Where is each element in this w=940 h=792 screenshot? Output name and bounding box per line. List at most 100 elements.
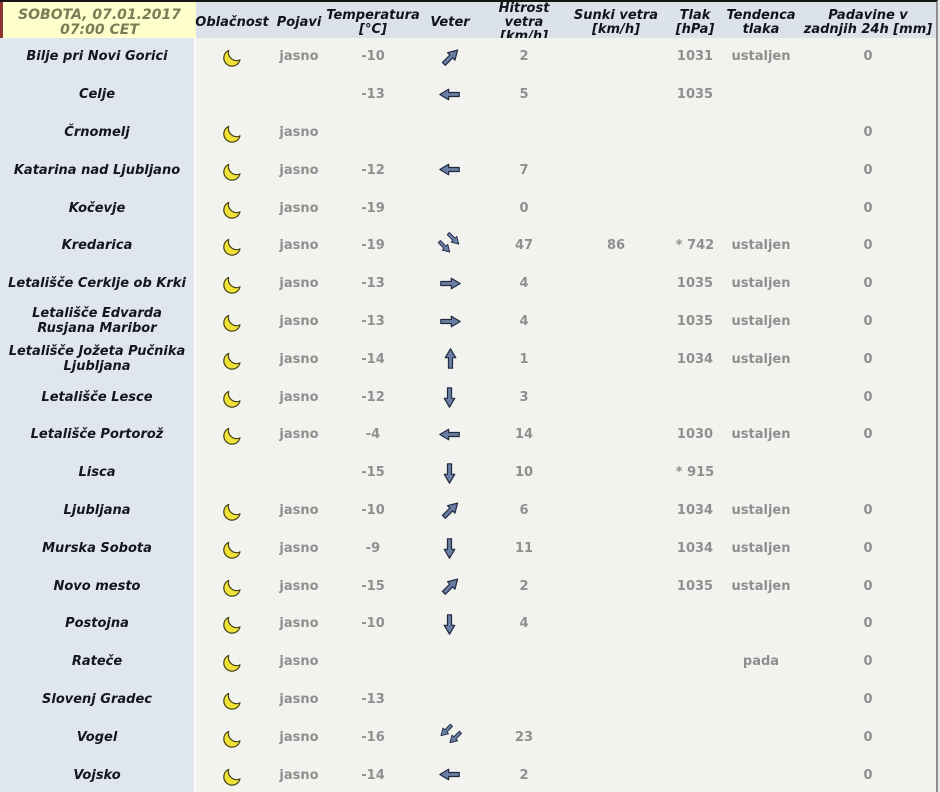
cloud-cell [196,189,268,227]
wind-speed-cell: 2 [484,38,564,76]
moon-icon [222,576,243,597]
cloud-cell [196,643,268,681]
station-name: Celje [0,76,196,114]
phenomena-cell: jasno [268,303,330,341]
precipitation-cell: 0 [800,605,936,643]
moon-icon [222,538,243,559]
wind-cell [416,492,484,530]
wind-cell [416,567,484,605]
pressure-cell [668,378,722,416]
table-row: Letališče Cerklje ob Krki jasno -13 4 10… [0,265,936,303]
moon-icon [222,349,243,370]
temperature-cell: -10 [330,492,416,530]
temperature-cell: -16 [330,718,416,756]
wind-speed-cell: 11 [484,529,564,567]
cloud-cell [196,529,268,567]
table-row: Celje -13 5 1035 [0,76,936,114]
pressure-cell: 1035 [668,265,722,303]
wind-speed-cell: 47 [484,227,564,265]
wind-direction-icon [433,569,467,603]
wind-direction-icon [433,493,467,527]
temperature-cell: -14 [330,756,416,792]
phenomena-cell: jasno [268,416,330,454]
table-row: Kočevje jasno -19 0 0 [0,189,936,227]
pressure-cell: 1035 [668,76,722,114]
wind-speed-cell: 3 [484,378,564,416]
station-name: Ljubljana [0,492,196,530]
table-row: Lisca -15 10 * 915 [0,454,936,492]
station-name: Letališče Portorož [0,416,196,454]
table-header: SOBOTA, 07.01.2017 07:00 CET Oblačnost P… [0,2,936,38]
precipitation-cell: 0 [800,340,936,378]
wind-direction-icon [438,385,462,409]
pressure-cell [668,189,722,227]
pressure-cell [668,681,722,719]
pressure-tendency-cell: ustaljen [722,38,800,76]
pressure-tendency-cell [722,76,800,114]
table-row: Vogel jasno -16 23 0 [0,718,936,756]
precipitation-cell: 0 [800,265,936,303]
pressure-tendency-cell: ustaljen [722,416,800,454]
wind-cell [416,756,484,792]
temperature-cell: -13 [330,681,416,719]
wind-direction-icon [438,309,462,333]
pressure-tendency-cell [722,151,800,189]
wind-gusts-cell [564,378,668,416]
pressure-tendency-cell: ustaljen [722,265,800,303]
wind-cell [416,189,484,227]
wind-speed-cell: 2 [484,756,564,792]
pressure-tendency-cell: ustaljen [722,567,800,605]
table-row: Vojsko jasno -14 2 0 [0,756,936,792]
cloud-cell [196,756,268,792]
moon-icon [222,122,243,143]
wind-speed-cell [484,643,564,681]
table-row: Novo mesto jasno -15 2 1035 ustaljen 0 [0,567,936,605]
wind-cell [416,303,484,341]
table-body: Bilje pri Novi Gorici jasno -10 2 1031 u… [0,38,936,792]
pressure-cell [668,114,722,152]
temperature-cell: -10 [330,38,416,76]
moon-icon [222,160,243,181]
moon-icon [222,46,243,67]
pressure-tendency-cell [722,378,800,416]
pressure-cell: * 915 [668,454,722,492]
wind-gusts-cell [564,416,668,454]
precipitation-cell: 0 [800,227,936,265]
wind-direction-icon [438,536,462,560]
temperature-cell: -15 [330,454,416,492]
temperature-cell: -9 [330,529,416,567]
cloud-cell [196,416,268,454]
precipitation-cell: 0 [800,643,936,681]
cloud-cell [196,265,268,303]
pressure-tendency-cell: ustaljen [722,227,800,265]
station-name: Katarina nad Ljubljano [0,151,196,189]
moon-icon [222,765,243,786]
phenomena-cell: jasno [268,340,330,378]
pressure-cell: 1034 [668,529,722,567]
wind-cell [416,454,484,492]
wind-direction-icon [433,40,467,74]
wind-speed-cell: 1 [484,340,564,378]
pressure-tendency-cell: ustaljen [722,529,800,567]
station-name: Slovenj Gradec [0,681,196,719]
cloud-cell [196,151,268,189]
date-text: SOBOTA, 07.01.2017 [18,8,181,23]
station-name: Vogel [0,718,196,756]
pressure-cell: 1035 [668,303,722,341]
temperature-cell: -19 [330,189,416,227]
phenomena-cell: jasno [268,756,330,792]
wind-gusts-cell [564,681,668,719]
wind-gusts-cell [564,340,668,378]
wind-cell [416,38,484,76]
wind-direction-icon [438,158,462,182]
table-row: Bilje pri Novi Gorici jasno -10 2 1031 u… [0,38,936,76]
cloud-cell [196,454,268,492]
cloud-cell [196,567,268,605]
weather-observations-page: SOBOTA, 07.01.2017 07:00 CET Oblačnost P… [0,0,940,792]
wind-gusts-cell [564,605,668,643]
wind-speed-cell: 7 [484,151,564,189]
phenomena-cell: jasno [268,529,330,567]
phenomena-cell: jasno [268,643,330,681]
temperature-cell: -13 [330,265,416,303]
cloud-cell [196,76,268,114]
